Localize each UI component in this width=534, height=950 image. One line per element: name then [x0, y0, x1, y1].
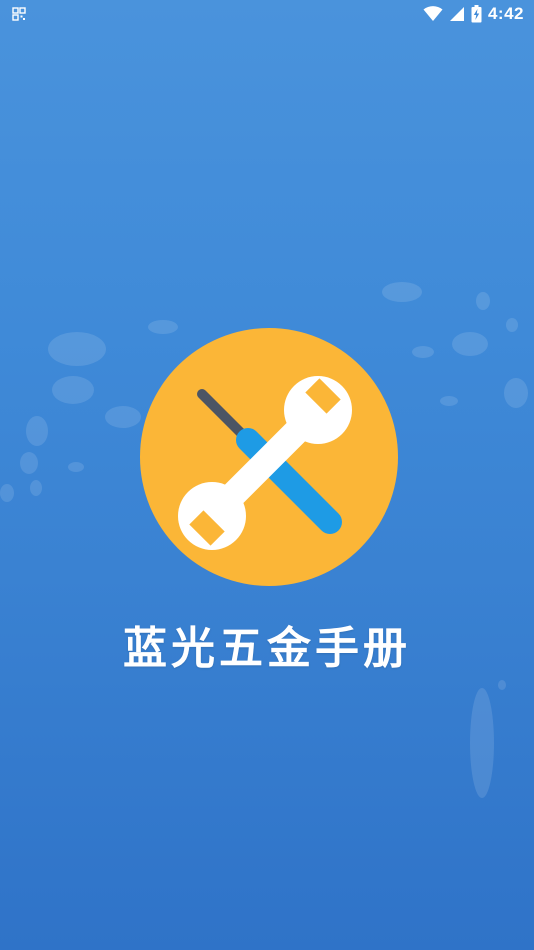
wifi-icon	[423, 6, 443, 21]
app-title: 蓝光五金手册	[123, 623, 411, 674]
qr-code-icon	[12, 7, 26, 21]
battery-charging-icon	[471, 5, 482, 23]
clock-time: 4:42	[487, 4, 524, 23]
cellular-signal-icon	[449, 7, 464, 21]
app-logo	[140, 328, 398, 586]
status-bar: 4:42	[0, 0, 534, 28]
status-icons: 4:42	[423, 4, 524, 24]
